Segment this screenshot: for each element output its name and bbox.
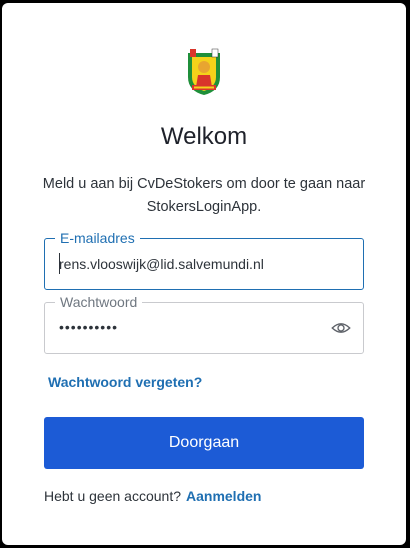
signup-link[interactable]: Aanmelden: [186, 488, 261, 504]
page-title: Welkom: [160, 123, 248, 150]
continue-button[interactable]: Doorgaan: [44, 417, 364, 469]
email-input[interactable]: rens.vlooswijk@lid.salvemundi.nl: [59, 255, 264, 273]
password-input[interactable]: ••••••••••: [59, 318, 118, 336]
password-field-label: Wachtwoord: [55, 293, 143, 311]
email-field[interactable]: E-mailadres rens.vlooswijk@lid.salvemund…: [44, 229, 364, 290]
eye-icon[interactable]: [331, 318, 351, 338]
signup-prompt: Hebt u geen account?: [44, 488, 181, 504]
signup-row: Hebt u geen account? Aanmelden: [44, 488, 261, 504]
login-card: Welkom Meld u aan bij CvDeStokers om doo…: [2, 3, 406, 545]
password-field[interactable]: Wachtwoord ••••••••••: [44, 293, 364, 354]
forgot-password-link[interactable]: Wachtwoord vergeten?: [48, 374, 202, 390]
club-logo-icon: [184, 47, 224, 97]
email-field-label: E-mailadres: [55, 229, 140, 247]
page-subtitle: Meld u aan bij CvDeStokers om door te ga…: [42, 176, 366, 215]
